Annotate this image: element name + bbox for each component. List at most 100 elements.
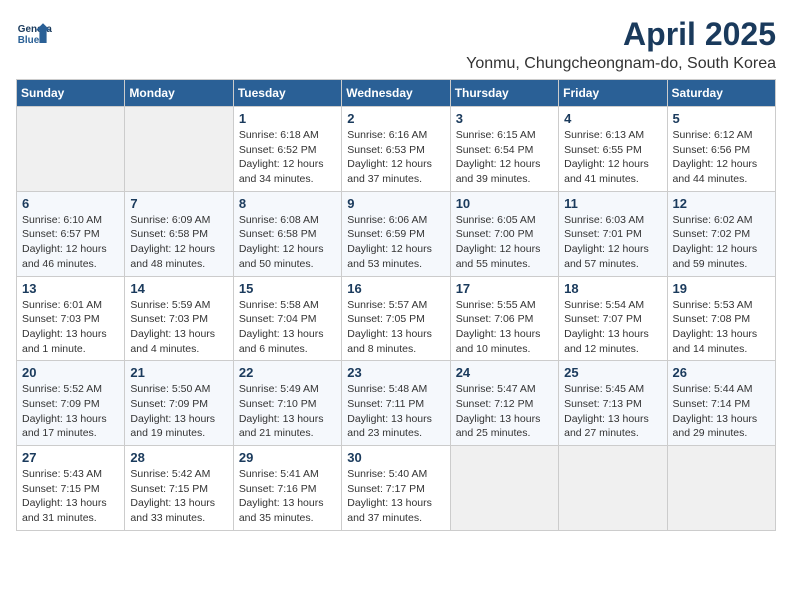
calendar-cell (125, 107, 233, 192)
day-info: Sunrise: 5:52 AM Sunset: 7:09 PM Dayligh… (22, 382, 119, 441)
header-wednesday: Wednesday (342, 80, 450, 107)
calendar-cell: 17Sunrise: 5:55 AM Sunset: 7:06 PM Dayli… (450, 276, 558, 361)
day-number: 11 (564, 196, 661, 211)
calendar-cell: 4 Sunrise: 6:13 AM Sunset: 6:55 PM Daylig… (559, 107, 667, 192)
day-info: Sunrise: 5:49 AM Sunset: 7:10 PM Dayligh… (239, 382, 336, 441)
header-monday: Monday (125, 80, 233, 107)
calendar-cell: 16Sunrise: 5:57 AM Sunset: 7:05 PM Dayli… (342, 276, 450, 361)
calendar-cell: 21 Sunrise: 5:50 AM Sunset: 7:09 PM Dayli… (125, 361, 233, 446)
calendar-cell: 13 Sunrise: 6:01 AM Sunset: 7:03 PM Dayli… (17, 276, 125, 361)
day-number: 24 (456, 365, 553, 380)
day-info: Sunrise: 5:45 AM Sunset: 7:13 PM Dayligh… (564, 382, 661, 441)
week-row-2: 6Sunrise: 6:10 AM Sunset: 6:57 PM Daylig… (17, 191, 776, 276)
calendar-cell (450, 446, 558, 531)
day-number: 29 (239, 450, 336, 465)
calendar-table: SundayMondayTuesdayWednesdayThursdayFrid… (16, 79, 776, 531)
day-number: 7 (130, 196, 227, 211)
day-info: Sunrise: 5:57 AM Sunset: 7:05 PM Dayligh… (347, 298, 444, 357)
day-number: 2 (347, 111, 444, 126)
calendar-cell: 29Sunrise: 5:41 AM Sunset: 7:16 PM Dayli… (233, 446, 341, 531)
day-info: Sunrise: 5:44 AM Sunset: 7:14 PM Dayligh… (673, 382, 770, 441)
day-info: Sunrise: 5:50 AM Sunset: 7:09 PM Dayligh… (130, 382, 227, 441)
day-number: 10 (456, 196, 553, 211)
day-info: Sunrise: 6:12 AM Sunset: 6:56 PM Dayligh… (673, 128, 770, 187)
day-number: 14 (130, 281, 227, 296)
svg-text:Blue: Blue (18, 35, 40, 46)
day-info: Sunrise: 6:18 AM Sunset: 6:52 PM Dayligh… (239, 128, 336, 187)
day-number: 22 (239, 365, 336, 380)
day-number: 8 (239, 196, 336, 211)
header-saturday: Saturday (667, 80, 775, 107)
calendar-cell: 22 Sunrise: 5:49 AM Sunset: 7:10 PM Dayli… (233, 361, 341, 446)
day-number: 4 (564, 111, 661, 126)
day-info: Sunrise: 6:13 AM Sunset: 6:55 PM Dayligh… (564, 128, 661, 187)
calendar-cell: 25 Sunrise: 5:45 AM Sunset: 7:13 PM Dayli… (559, 361, 667, 446)
day-number: 3 (456, 111, 553, 126)
day-number: 18 (564, 281, 661, 296)
calendar-cell: 27 Sunrise: 5:43 AM Sunset: 7:15 PM Dayli… (17, 446, 125, 531)
calendar-cell: 18Sunrise: 5:54 AM Sunset: 7:07 PM Dayli… (559, 276, 667, 361)
day-number: 13 (22, 281, 119, 296)
calendar-cell (667, 446, 775, 531)
calendar-cell (559, 446, 667, 531)
day-info: Sunrise: 6:01 AM Sunset: 7:03 PM Dayligh… (22, 298, 119, 357)
day-info: Sunrise: 5:47 AM Sunset: 7:12 PM Dayligh… (456, 382, 553, 441)
day-info: Sunrise: 5:59 AM Sunset: 7:03 PM Dayligh… (130, 298, 227, 357)
calendar-cell: 10 Sunrise: 6:05 AM Sunset: 7:00 PM Dayli… (450, 191, 558, 276)
calendar-cell: 15Sunrise: 5:58 AM Sunset: 7:04 PM Dayli… (233, 276, 341, 361)
day-number: 17 (456, 281, 553, 296)
week-row-3: 13 Sunrise: 6:01 AM Sunset: 7:03 PM Dayli… (17, 276, 776, 361)
day-number: 25 (564, 365, 661, 380)
day-info: Sunrise: 5:53 AM Sunset: 7:08 PM Dayligh… (673, 298, 770, 357)
day-info: Sunrise: 6:02 AM Sunset: 7:02 PM Dayligh… (673, 213, 770, 272)
day-info: Sunrise: 6:08 AM Sunset: 6:58 PM Dayligh… (239, 213, 336, 272)
calendar-body: 1 Sunrise: 6:18 AM Sunset: 6:52 PM Daylig… (17, 107, 776, 531)
calendar-cell: 7 Sunrise: 6:09 AM Sunset: 6:58 PM Daylig… (125, 191, 233, 276)
header-sunday: Sunday (17, 80, 125, 107)
day-number: 12 (673, 196, 770, 211)
calendar-cell: 9Sunrise: 6:06 AM Sunset: 6:59 PM Daylig… (342, 191, 450, 276)
header-friday: Friday (559, 80, 667, 107)
calendar-cell: 30 Sunrise: 5:40 AM Sunset: 7:17 PM Dayli… (342, 446, 450, 531)
calendar-cell: 28 Sunrise: 5:42 AM Sunset: 7:15 PM Dayli… (125, 446, 233, 531)
week-row-1: 1 Sunrise: 6:18 AM Sunset: 6:52 PM Daylig… (17, 107, 776, 192)
day-number: 28 (130, 450, 227, 465)
logo: General Blue (16, 16, 52, 52)
calendar-cell: 24 Sunrise: 5:47 AM Sunset: 7:12 PM Dayli… (450, 361, 558, 446)
day-info: Sunrise: 6:05 AM Sunset: 7:00 PM Dayligh… (456, 213, 553, 272)
day-info: Sunrise: 5:42 AM Sunset: 7:15 PM Dayligh… (130, 467, 227, 526)
calendar-cell: 14 Sunrise: 5:59 AM Sunset: 7:03 PM Dayli… (125, 276, 233, 361)
calendar-cell: 26 Sunrise: 5:44 AM Sunset: 7:14 PM Dayli… (667, 361, 775, 446)
calendar-cell: 6Sunrise: 6:10 AM Sunset: 6:57 PM Daylig… (17, 191, 125, 276)
calendar-cell: 20 Sunrise: 5:52 AM Sunset: 7:09 PM Dayli… (17, 361, 125, 446)
header-tuesday: Tuesday (233, 80, 341, 107)
day-info: Sunrise: 5:40 AM Sunset: 7:17 PM Dayligh… (347, 467, 444, 526)
calendar-cell: 11Sunrise: 6:03 AM Sunset: 7:01 PM Dayli… (559, 191, 667, 276)
day-number: 23 (347, 365, 444, 380)
day-number: 19 (673, 281, 770, 296)
day-number: 27 (22, 450, 119, 465)
day-info: Sunrise: 6:16 AM Sunset: 6:53 PM Dayligh… (347, 128, 444, 187)
day-number: 26 (673, 365, 770, 380)
day-number: 30 (347, 450, 444, 465)
day-number: 9 (347, 196, 444, 211)
week-row-5: 27 Sunrise: 5:43 AM Sunset: 7:15 PM Dayli… (17, 446, 776, 531)
day-number: 21 (130, 365, 227, 380)
day-number: 20 (22, 365, 119, 380)
day-number: 1 (239, 111, 336, 126)
calendar-cell: 23Sunrise: 5:48 AM Sunset: 7:11 PM Dayli… (342, 361, 450, 446)
calendar-cell: 19 Sunrise: 5:53 AM Sunset: 7:08 PM Dayli… (667, 276, 775, 361)
calendar-cell: 2 Sunrise: 6:16 AM Sunset: 6:53 PM Daylig… (342, 107, 450, 192)
calendar-cell: 8 Sunrise: 6:08 AM Sunset: 6:58 PM Daylig… (233, 191, 341, 276)
title-block: April 2025 Yonmu, Chungcheongnam-do, Sou… (466, 16, 776, 73)
header-thursday: Thursday (450, 80, 558, 107)
week-row-4: 20 Sunrise: 5:52 AM Sunset: 7:09 PM Dayli… (17, 361, 776, 446)
day-number: 5 (673, 111, 770, 126)
main-title: April 2025 (466, 16, 776, 53)
day-info: Sunrise: 6:09 AM Sunset: 6:58 PM Dayligh… (130, 213, 227, 272)
subtitle: Yonmu, Chungcheongnam-do, South Korea (466, 55, 776, 73)
day-info: Sunrise: 5:43 AM Sunset: 7:15 PM Dayligh… (22, 467, 119, 526)
calendar-cell: 12 Sunrise: 6:02 AM Sunset: 7:02 PM Dayli… (667, 191, 775, 276)
calendar-cell: 1 Sunrise: 6:18 AM Sunset: 6:52 PM Daylig… (233, 107, 341, 192)
calendar-header: SundayMondayTuesdayWednesdayThursdayFrid… (17, 80, 776, 107)
